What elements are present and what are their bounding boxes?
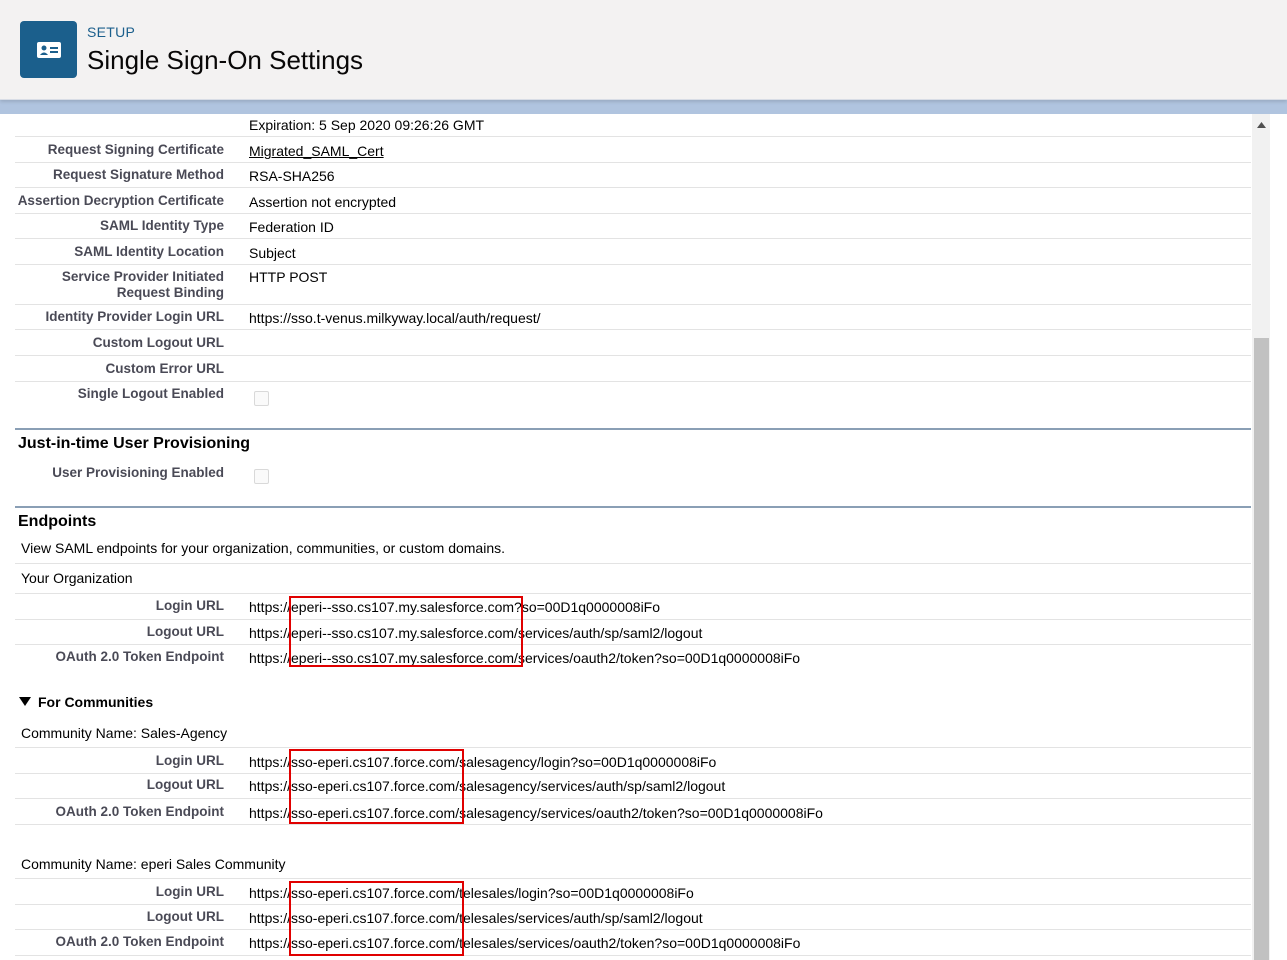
- highlight-box: [289, 749, 464, 824]
- field-label: OAuth 2.0 Token Endpoint: [55, 934, 225, 949]
- custom-logout-url-row: Custom Logout URL: [15, 330, 1251, 356]
- org-logout-url-row: Logout URL https://eperi--sso.cs107.my.s…: [15, 619, 1251, 645]
- field-label-line: Service Provider Initiated: [61, 269, 224, 284]
- community-login-url-row: Login URL https://sso-eperi.cs107.force.…: [15, 878, 1251, 905]
- field-label: Logout URL: [146, 909, 224, 924]
- community-oauth-token-row: OAuth 2.0 Token Endpoint https://sso-epe…: [15, 799, 1251, 825]
- field-value: RSA-SHA256: [249, 168, 335, 184]
- field-label: Login URL: [155, 598, 224, 613]
- community-logout-url-row: Logout URL https://sso-eperi.cs107.force…: [15, 773, 1251, 799]
- section-divider: [15, 428, 1251, 430]
- field-label: SAML Identity Type: [99, 218, 224, 233]
- for-communities-toggle[interactable]: For Communities: [19, 694, 153, 710]
- community-logout-url-row: Logout URL https://sso-eperi.cs107.force…: [15, 904, 1251, 930]
- request-signing-certificate-row: Request Signing Certificate Migrated_SAM…: [15, 137, 1251, 163]
- scrollbar-thumb[interactable]: [1254, 338, 1269, 960]
- highlight-box: [289, 881, 464, 956]
- community-name: Community Name: eperi Sales Community: [21, 856, 286, 872]
- field-value: https://sso.t-venus.milkyway.local/auth/…: [249, 310, 541, 326]
- field-label: Logout URL: [146, 777, 224, 792]
- expiration-row: Expiration: 5 Sep 2020 09:26:26 GMT: [15, 114, 1251, 137]
- field-label: Identity Provider Login URL: [45, 309, 224, 324]
- field-label: Login URL: [155, 884, 224, 899]
- field-label: Login URL: [155, 753, 224, 768]
- field-label: OAuth 2.0 Token Endpoint: [55, 649, 225, 664]
- field-value: Assertion not encrypted: [249, 194, 397, 210]
- scroll-up-arrow-icon[interactable]: [1254, 118, 1269, 132]
- sp-initiated-request-binding-row: Service Provider Initiated Request Bindin…: [15, 265, 1251, 305]
- org-oauth-token-row: OAuth 2.0 Token Endpoint https://eperi--…: [15, 645, 1251, 669]
- field-label: Request Signature Method: [52, 167, 224, 182]
- user-provisioning-enabled-row: User Provisioning Enabled: [15, 459, 1251, 489]
- field-label: User Provisioning Enabled: [52, 465, 224, 480]
- field-label: Assertion Decryption Certificate: [17, 193, 224, 208]
- field-label: SAML Identity Location: [74, 244, 224, 259]
- custom-error-url-row: Custom Error URL: [15, 356, 1251, 382]
- field-label: OAuth 2.0 Token Endpoint: [55, 804, 225, 819]
- main-content: Expiration: 5 Sep 2020 09:26:26 GMT Requ…: [0, 114, 1287, 960]
- request-signature-method-row: Request Signature Method RSA-SHA256: [15, 163, 1251, 188]
- id-card-icon: [20, 21, 77, 78]
- saml-identity-location-row: SAML Identity Location Subject: [15, 239, 1251, 265]
- field-value: HTTP POST: [249, 269, 328, 285]
- community-oauth-token-row: OAuth 2.0 Token Endpoint https://sso-epe…: [15, 930, 1251, 956]
- highlight-box: [289, 596, 523, 667]
- collapse-triangle-icon: [19, 697, 31, 706]
- expiration-value: Expiration: 5 Sep 2020 09:26:26 GMT: [249, 117, 485, 133]
- field-label: Service Provider Initiated Request Bindin…: [15, 269, 224, 301]
- field-label: Request Signing Certificate: [47, 142, 224, 157]
- field-label: Custom Error URL: [105, 361, 224, 376]
- section-divider: [15, 506, 1251, 508]
- row-divider: [15, 563, 1251, 564]
- community-name: Community Name: Sales-Agency: [21, 725, 228, 741]
- saml-identity-type-row: SAML Identity Type Federation ID: [15, 214, 1251, 239]
- for-communities-label: For Communities: [38, 694, 154, 710]
- single-logout-enabled-row: Single Logout Enabled: [15, 382, 1251, 422]
- field-label: Logout URL: [146, 624, 224, 639]
- page-header: SETUP Single Sign-On Settings: [0, 0, 1287, 100]
- endpoints-section-title: Endpoints: [18, 513, 97, 530]
- org-login-url-row: Login URL https://eperi--sso.cs107.my.sa…: [15, 593, 1251, 620]
- field-label: Custom Logout URL: [92, 335, 224, 350]
- field-label-line: Request Binding: [116, 285, 224, 300]
- endpoints-description: View SAML endpoints for your organizatio…: [21, 540, 506, 556]
- field-label: Single Logout Enabled: [77, 386, 224, 401]
- setup-breadcrumb[interactable]: SETUP: [87, 24, 135, 40]
- user-provisioning-checkbox: [254, 469, 269, 484]
- jit-section-title: Just-in-time User Provisioning: [18, 435, 251, 452]
- page-title: Single Sign-On Settings: [87, 45, 364, 75]
- request-signing-certificate-link[interactable]: Migrated_SAML_Cert: [249, 143, 384, 159]
- assertion-decryption-certificate-row: Assertion Decryption Certificate Asserti…: [15, 188, 1251, 214]
- field-value: Federation ID: [249, 219, 334, 235]
- idp-login-url-row: Identity Provider Login URL https://sso.…: [15, 305, 1251, 330]
- your-organization-label: Your Organization: [21, 570, 133, 586]
- field-value: Subject: [249, 245, 296, 261]
- community-login-url-row: Login URL https://sso-eperi.cs107.force.…: [15, 747, 1251, 774]
- single-logout-checkbox: [254, 391, 269, 406]
